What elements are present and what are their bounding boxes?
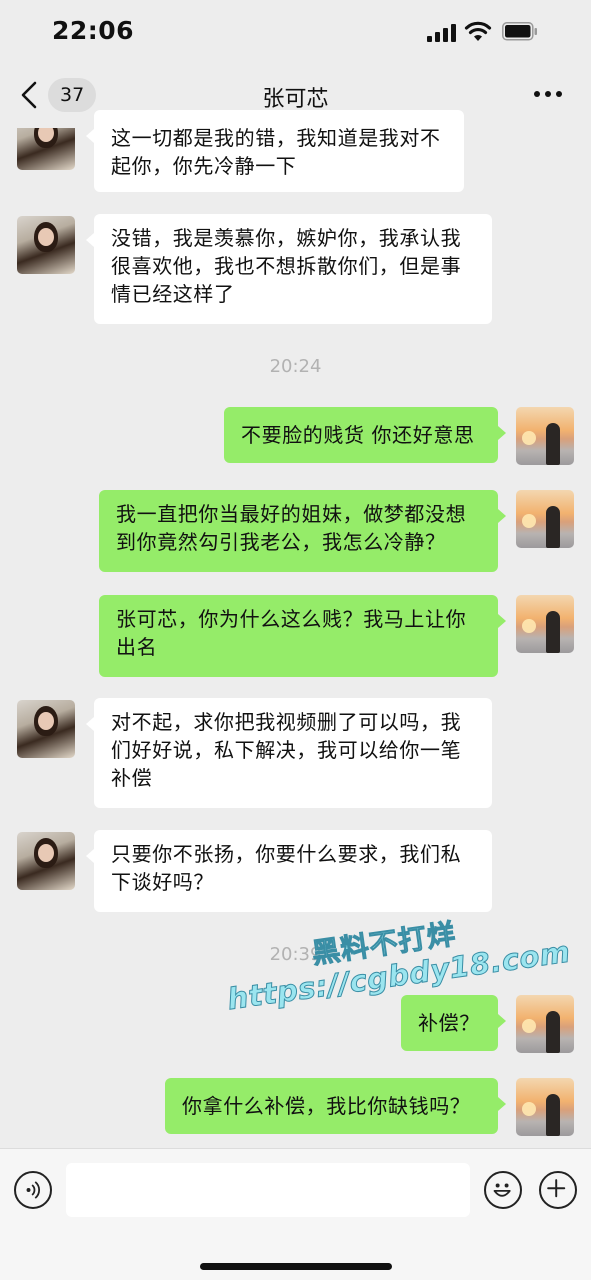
- message-outgoing: 我一直把你当最好的姐妹，做梦都没想到你竟然勾引我老公，我怎么冷静？: [0, 488, 591, 574]
- timestamp: 20:39: [269, 944, 322, 965]
- message-outgoing: 你拿什么补偿，我比你缺钱吗？: [0, 1076, 591, 1138]
- message-input[interactable]: [66, 1163, 470, 1217]
- timestamp: 20:24: [269, 356, 322, 377]
- message-bubble[interactable]: 张可芯，你为什么这么贱？我马上让你出名: [99, 595, 506, 677]
- home-indicator[interactable]: [200, 1263, 392, 1270]
- message-bubble[interactable]: 对不起，求你把我视频删了可以吗，我们好好说，私下解决，我可以给你一笔补偿: [86, 698, 492, 808]
- signal-icon: [427, 24, 457, 42]
- message-bubble[interactable]: 没错，我是羡慕你，嫉妒你，我承认我很喜欢他，我也不想拆散你们，但是事情已经这样了: [86, 214, 492, 324]
- input-bar: [0, 1148, 591, 1280]
- voice-icon[interactable]: [14, 1171, 52, 1209]
- status-time: 22:06: [52, 16, 135, 45]
- contact-avatar[interactable]: [17, 216, 75, 274]
- message-bubble[interactable]: 我一直把你当最好的姐妹，做梦都没想到你竟然勾引我老公，我怎么冷静？: [99, 490, 506, 572]
- message-bubble[interactable]: 只要你不张扬，你要什么要求，我们私下谈好吗？: [86, 830, 492, 912]
- emoji-icon[interactable]: [484, 1171, 522, 1209]
- message-bubble[interactable]: 不要脸的贱货 你还好意思: [224, 407, 506, 463]
- battery-icon: [502, 22, 537, 41]
- message-outgoing: 不要脸的贱货 你还好意思: [0, 405, 591, 465]
- chat-title: 张可芯: [262, 87, 329, 112]
- message-incoming: 只要你不张扬，你要什么要求，我们私下谈好吗？: [0, 830, 591, 916]
- my-avatar[interactable]: [516, 995, 574, 1053]
- more-icon[interactable]: [534, 91, 564, 99]
- contact-avatar[interactable]: [17, 700, 75, 758]
- contact-avatar[interactable]: [17, 832, 75, 890]
- contact-avatar[interactable]: [17, 128, 75, 170]
- my-avatar[interactable]: [516, 1078, 574, 1136]
- message-outgoing: 张可芯，你为什么这么贱？我马上让你出名: [0, 593, 591, 679]
- message-outgoing: 补偿？: [0, 993, 591, 1053]
- message-bubble[interactable]: 这一切都是我的错，我知道是我对不起你，你先冷静一下: [86, 110, 464, 192]
- message-bubble[interactable]: 补偿？: [401, 995, 506, 1051]
- message-incoming: 对不起，求你把我视频删了可以吗，我们好好说，私下解决，我可以给你一笔补偿: [0, 698, 591, 810]
- message-bubble[interactable]: 你拿什么补偿，我比你缺钱吗？: [165, 1078, 506, 1134]
- status-bar: 22:06: [0, 0, 591, 64]
- plus-icon[interactable]: [539, 1171, 577, 1209]
- my-avatar[interactable]: [516, 490, 574, 548]
- wifi-icon: [464, 21, 492, 41]
- my-avatar[interactable]: [516, 407, 574, 465]
- my-avatar[interactable]: [516, 595, 574, 653]
- message-incoming: 没错，我是羡慕你，嫉妒你，我承认我很喜欢他，我也不想拆散你们，但是事情已经这样了: [0, 214, 591, 326]
- message-incoming: 这一切都是我的错，我知道是我对不起你，你先冷静一下: [0, 110, 591, 194]
